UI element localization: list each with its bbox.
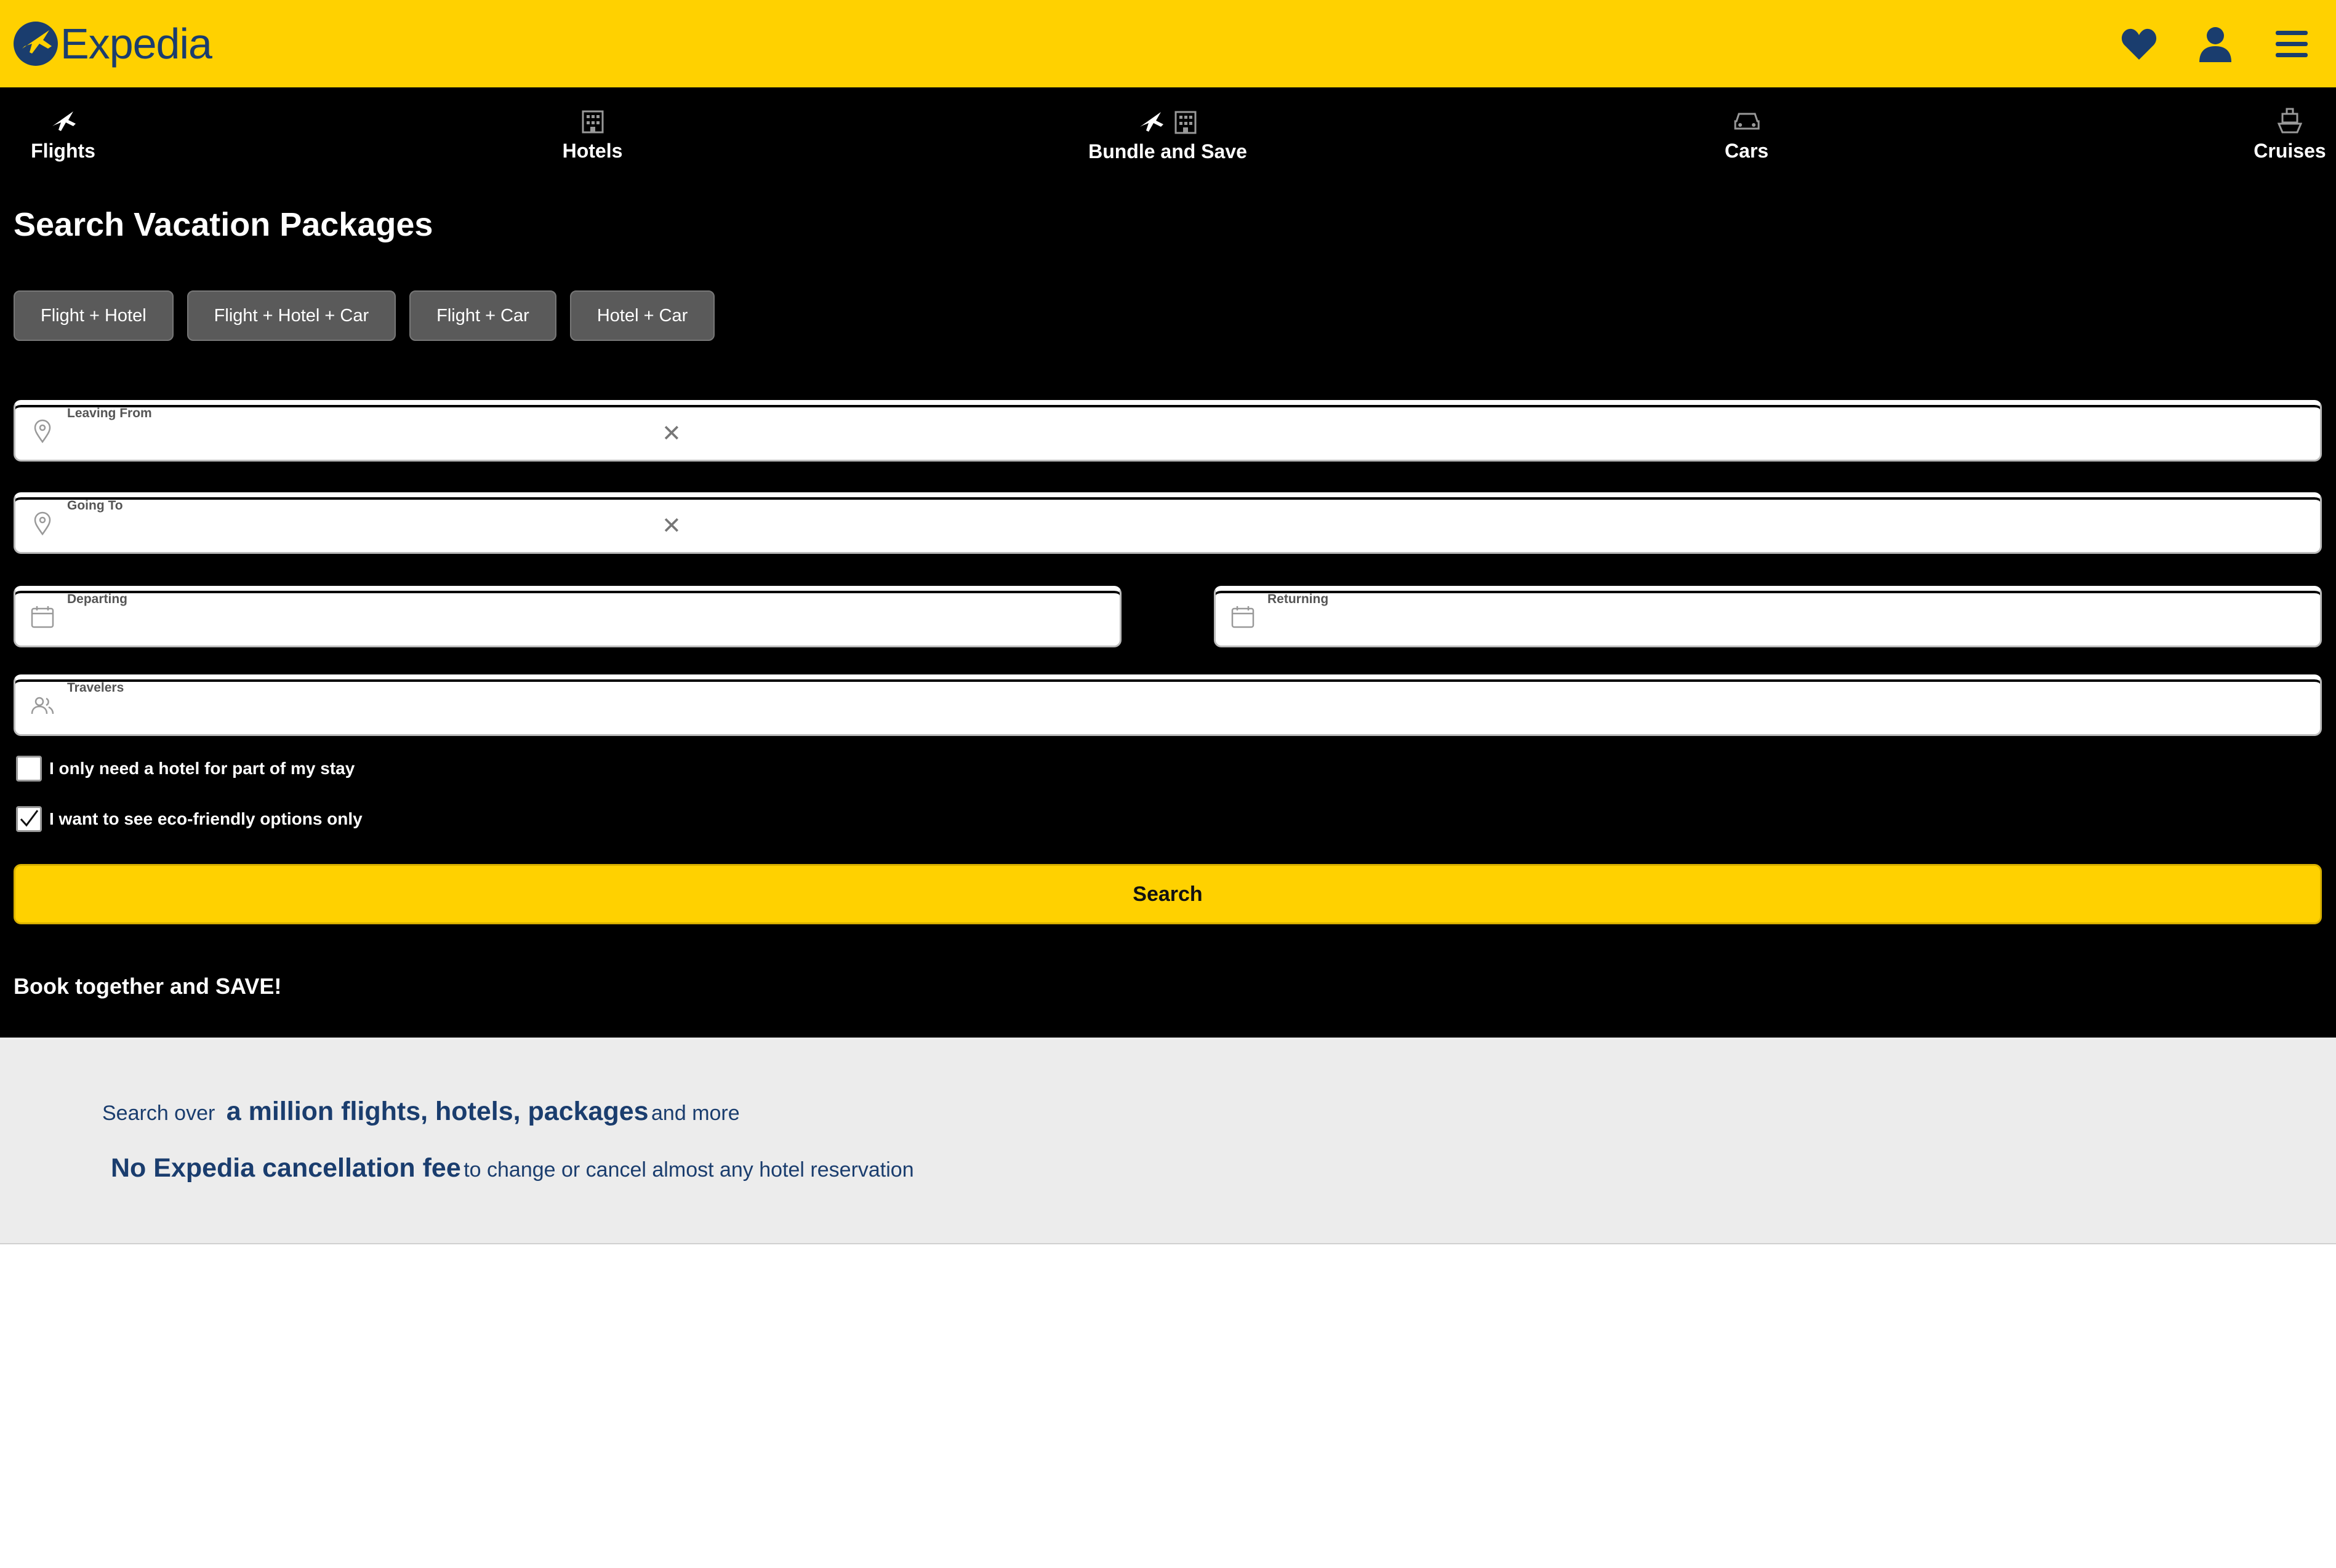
ship-icon: [2278, 106, 2302, 137]
tab-label: Hotels: [562, 139, 623, 162]
calendar-icon: [30, 604, 55, 629]
partial-stay-checkbox-row[interactable]: I only need a hotel for part of my stay: [16, 756, 355, 782]
partial-stay-label: I only need a hotel for part of my stay: [49, 759, 355, 778]
departing-label: Departing: [67, 592, 128, 606]
leaving-from-input[interactable]: [67, 428, 624, 454]
tab-bundle-and-save[interactable]: Bundle and Save: [1078, 87, 1257, 185]
menu-icon[interactable]: [2266, 18, 2318, 70]
package-flight-car-button[interactable]: Flight + Car: [409, 290, 556, 341]
user-icon[interactable]: [2189, 18, 2241, 70]
going-to-label: Going To: [67, 498, 123, 513]
plane-icon: [50, 106, 77, 137]
travelers-label: Travelers: [67, 681, 124, 695]
checkmark-icon: [20, 810, 39, 827]
location-pin-icon: [30, 418, 55, 444]
package-flight-hotel-car-button[interactable]: Flight + Hotel + Car: [187, 290, 396, 341]
search-form-panel: Search Vacation Packages Flight + Hotel …: [0, 181, 2336, 1038]
tab-cars[interactable]: Cars: [1711, 87, 1782, 181]
tab-label: Flights: [31, 139, 95, 162]
promo-2-suffix: to change or cancel almost any hotel res…: [464, 1158, 914, 1182]
promo-line-1: Search over a million flights, hotels, p…: [102, 1097, 740, 1127]
package-flight-hotel-button[interactable]: Flight + Hotel: [14, 290, 174, 341]
product-nav: Flights Hotels Bundle and Save Cars Crui…: [0, 87, 2336, 185]
building-icon: [580, 106, 605, 137]
promo-1-prefix: Search over: [102, 1102, 215, 1125]
promo-line-2: No Expedia cancellation fee to change or…: [111, 1153, 914, 1183]
eco-friendly-label: I want to see eco-friendly options only: [49, 809, 363, 828]
package-hotel-car-button[interactable]: Hotel + Car: [569, 290, 715, 341]
eco-friendly-checkbox-row[interactable]: I want to see eco-friendly options only: [16, 806, 363, 832]
tab-flights[interactable]: Flights: [25, 87, 102, 181]
location-pin-icon: [30, 511, 55, 536]
going-to-input[interactable]: [67, 521, 624, 546]
departing-input[interactable]: [67, 614, 624, 640]
plane-building-icon: [1138, 106, 1198, 137]
departing-date-field[interactable]: Departing: [14, 586, 1122, 647]
top-header: Expedia: [0, 0, 2336, 87]
travelers-icon: [30, 693, 55, 718]
promo-2-bold: No Expedia cancellation fee: [111, 1153, 461, 1183]
expedia-logo[interactable]: Expedia: [14, 12, 212, 75]
travelers-input[interactable]: [67, 703, 624, 729]
promo-1-bold: a million flights, hotels, packages: [226, 1097, 649, 1126]
package-type-selector: Flight + Hotel Flight + Hotel + Car Flig…: [14, 290, 715, 341]
bundle-save-text: Book together and SAVE!: [14, 974, 282, 999]
clear-icon[interactable]: ✕: [662, 422, 681, 446]
leaving-from-label: Leaving From: [67, 406, 152, 420]
tab-cruises[interactable]: Cruises: [2250, 87, 2330, 181]
returning-date-field[interactable]: Returning: [1214, 586, 2322, 647]
partial-stay-checkbox[interactable]: [16, 756, 42, 782]
page-title: Search Vacation Packages: [14, 206, 433, 243]
tab-label: Cars: [1724, 139, 1769, 162]
travelers-field[interactable]: Travelers: [14, 674, 2322, 736]
car-icon: [1733, 106, 1761, 137]
brand-name: Expedia: [60, 20, 212, 68]
heart-icon[interactable]: [2113, 18, 2165, 70]
calendar-icon: [1230, 604, 1255, 629]
tab-label: Cruises: [2254, 139, 2326, 162]
logo-plane-icon: [14, 22, 58, 66]
returning-input[interactable]: [1267, 614, 1824, 640]
tab-label: Bundle and Save: [1088, 140, 1247, 162]
returning-label: Returning: [1267, 592, 1329, 606]
leaving-from-field[interactable]: Leaving From ✕: [14, 400, 2322, 462]
going-to-field[interactable]: Going To ✕: [14, 492, 2322, 554]
tab-hotels[interactable]: Hotels: [554, 87, 631, 181]
clear-icon[interactable]: ✕: [662, 514, 681, 538]
search-button[interactable]: Search: [14, 864, 2322, 924]
eco-friendly-checkbox[interactable]: [16, 806, 42, 832]
promo-1-suffix: and more: [651, 1102, 740, 1125]
promo-banner: Search over a million flights, hotels, p…: [0, 1038, 2336, 1244]
